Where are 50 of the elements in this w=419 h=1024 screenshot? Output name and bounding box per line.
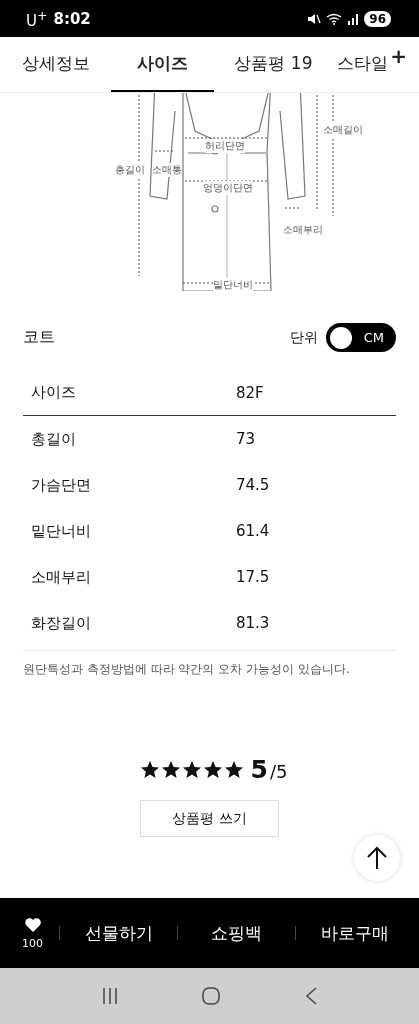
home-icon [201,986,222,1006]
back-icon [303,986,318,1006]
column-header: 사이즈 [31,383,77,402]
action-button[interactable]: 바로구매 [296,921,413,945]
recent-apps-icon [101,987,120,1005]
table-cell-text: 밑단너비 [31,521,92,541]
unit-label: 단위 [290,328,318,347]
table-cell-text: 74.5 [236,476,271,494]
column-header: 82F [236,383,265,402]
mute-icon [307,12,322,25]
table-cell-text: 61.4 [236,522,271,540]
measure-label: 엉덩이단면 [203,181,253,195]
tab[interactable]: 상품평 19 [230,37,317,92]
star-icon [160,760,181,779]
table-cell-text: 소매부리 [31,567,92,587]
write-review-button[interactable]: 상품평 쓰기 [140,800,279,837]
arrow-up-icon [366,846,388,870]
measure-label: 밑단너비 [213,278,253,291]
heart-icon [23,916,42,933]
star-icon [139,760,160,779]
table-cell-text: 17.5 [236,568,271,586]
measure-label: 소매통 [152,163,182,177]
action-button[interactable]: 쇼핑백 [178,921,295,945]
action-button[interactable]: 선물하기 [60,921,177,945]
wifi-icon [326,12,343,25]
signal-icon [347,12,360,25]
measure-label: 소매부리 [283,223,323,237]
table-cell-text: 81.3 [236,614,271,632]
table-cell-text: 73 [236,430,257,448]
table-cell-text: 총길이 [31,429,77,449]
disclaimer-text: 원단특성과 측정방법에 따라 약간의 오차 가능성이 있습니다. [23,650,396,678]
table-cell-text: 화장길이 [31,613,92,633]
unit-toggle[interactable]: CM [326,323,396,352]
measure-label: 총길이 [115,163,145,177]
tab[interactable]: 상세정보 [18,37,94,92]
table-cell-text: 가슴단면 [31,475,92,495]
like-button[interactable]: 100 [22,916,43,950]
measure-label: 소매길이 [323,123,363,137]
star-icon [223,760,244,779]
measure-label: 허리단면 [205,139,245,153]
tab[interactable]: 사이즈 [110,37,214,92]
star-icon [202,760,223,779]
battery-level: 96 [364,10,391,27]
star-icon [181,760,202,779]
rating-score: 5 [250,755,268,784]
section-title: 코트 [23,327,55,348]
status-time: 8:02 [53,9,91,28]
rating-total: /5 [269,761,288,782]
scroll-top-button[interactable] [353,834,401,882]
carrier-label: U$^{+}$ [26,7,48,30]
